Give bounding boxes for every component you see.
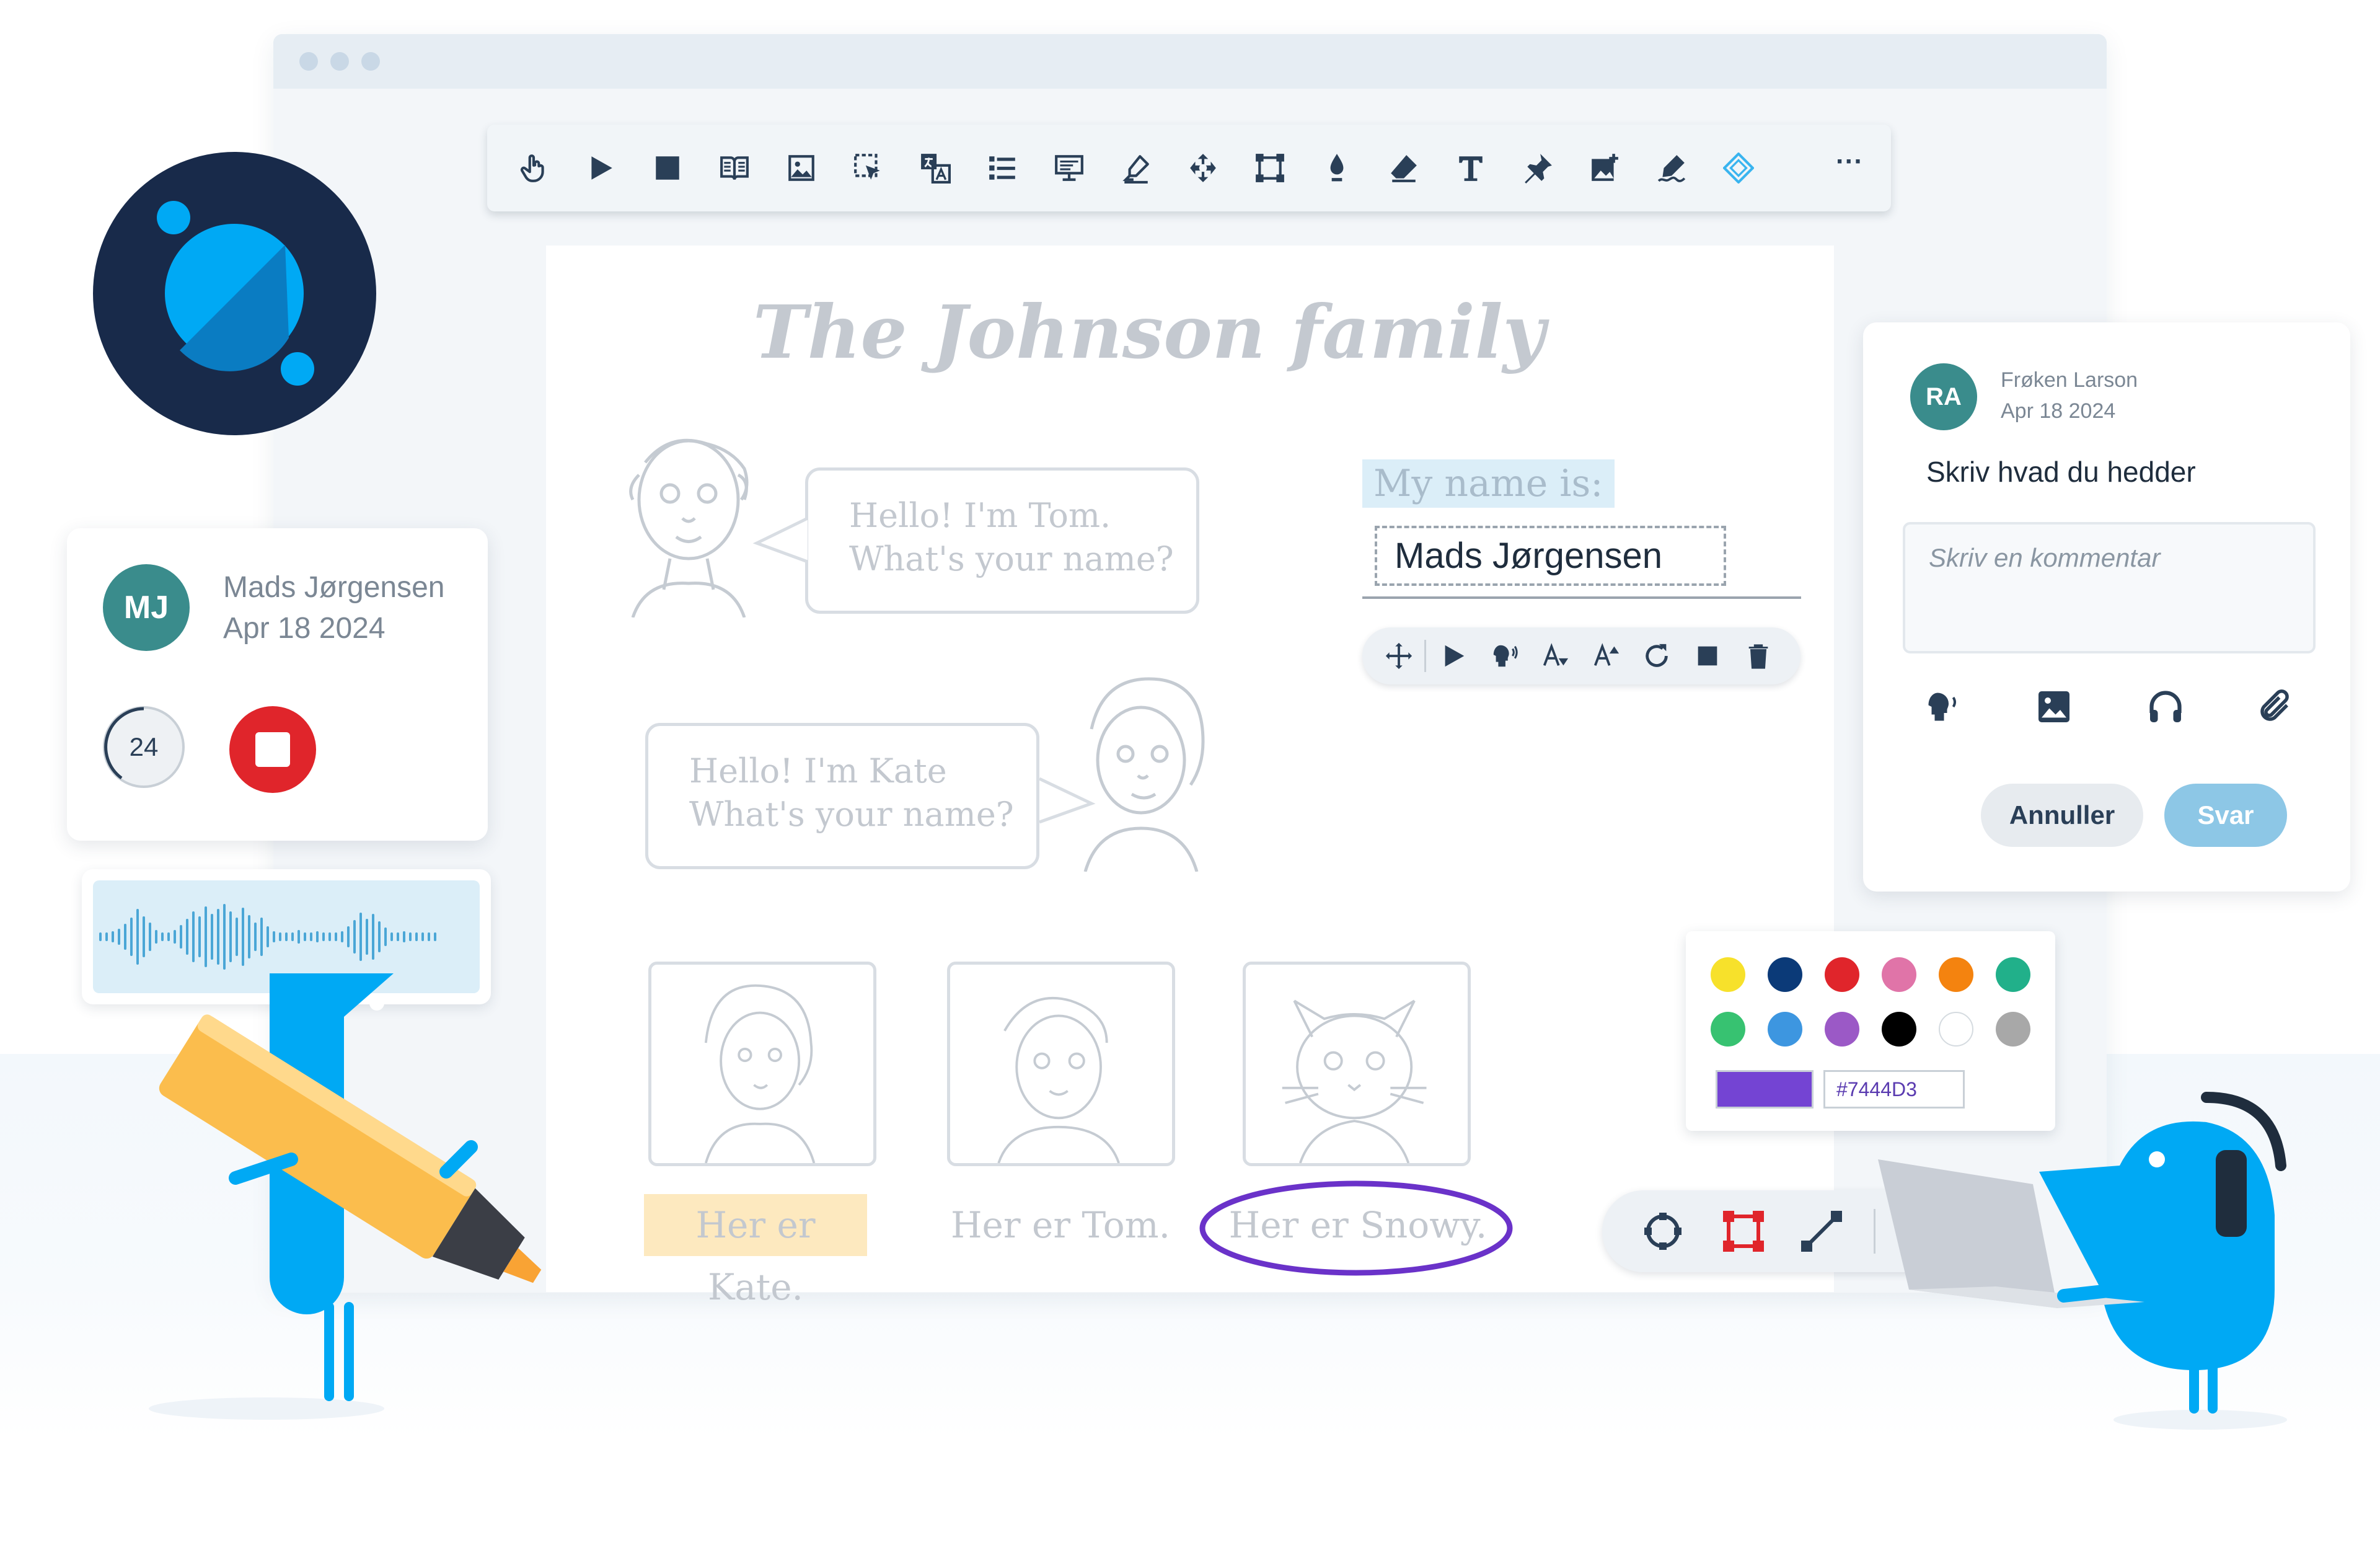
rectangle-tool-icon[interactable] xyxy=(1721,1209,1766,1254)
more-icon[interactable]: ··· xyxy=(1831,143,1868,180)
add-image-icon[interactable] xyxy=(1589,153,1620,184)
reset-icon[interactable] xyxy=(1642,642,1671,670)
hand-pointer-icon[interactable] xyxy=(518,153,549,184)
book-icon[interactable] xyxy=(719,153,750,184)
field-toolbar xyxy=(1362,627,1800,684)
move-icon[interactable] xyxy=(1188,153,1219,184)
recorder-user: Mads Jørgensen xyxy=(223,571,445,604)
stop-icon xyxy=(255,732,290,767)
name-input[interactable]: Mads Jørgensen xyxy=(1375,526,1726,586)
text-icon[interactable] xyxy=(1455,153,1486,184)
avatar: RA xyxy=(1910,363,1977,430)
color-swatch-white[interactable] xyxy=(1939,1012,1973,1047)
cancel-button[interactable]: Annuller xyxy=(1981,784,2143,847)
selected-color-preview[interactable] xyxy=(1716,1070,1814,1109)
comment-author: Frøken Larson xyxy=(2001,368,2138,392)
color-swatch-teal[interactable] xyxy=(1996,957,2030,992)
font-smaller-icon[interactable] xyxy=(1541,642,1569,670)
move-icon[interactable] xyxy=(1385,642,1413,670)
name-label: My name is: xyxy=(1362,459,1615,508)
translate-icon[interactable] xyxy=(920,153,951,184)
document-title: The Johnson family xyxy=(752,289,1546,375)
kate-bubble-line: Hello! I'm Kate xyxy=(689,751,947,790)
kate-speech-bubble: Hello! I'm Kate What's your name? xyxy=(645,723,1039,869)
bird-mascot-right xyxy=(1878,1092,2287,1430)
recorder-date: Apr 18 2024 xyxy=(223,612,386,645)
select-icon[interactable] xyxy=(853,153,884,184)
name-underline xyxy=(1362,596,1801,599)
color-swatch-blue[interactable] xyxy=(1768,1012,1802,1047)
snowy-portrait xyxy=(1243,962,1471,1166)
caption-kate: Her er Kate. xyxy=(644,1194,867,1308)
stop-icon[interactable] xyxy=(652,153,683,184)
image-icon[interactable] xyxy=(2035,688,2073,725)
headphones-icon[interactable] xyxy=(2147,688,2184,725)
kate-portrait xyxy=(648,962,876,1166)
document-page: The Johnson family Hello! I'm Tom. What'… xyxy=(546,246,1834,1308)
color-swatch-orange[interactable] xyxy=(1939,957,1973,992)
font-larger-icon[interactable] xyxy=(1592,642,1620,670)
avatar: MJ xyxy=(103,564,190,651)
color-swatch-gray[interactable] xyxy=(1996,1012,2030,1047)
comment-card: RA Frøken Larson Apr 18 2024 Skriv hvad … xyxy=(1863,322,2350,892)
window-dot[interactable] xyxy=(299,52,318,71)
title-bar xyxy=(273,34,2107,89)
comment-date: Apr 18 2024 xyxy=(2001,399,2116,423)
separator xyxy=(1424,640,1426,672)
main-toolbar: ··· xyxy=(487,125,1891,211)
pin-icon[interactable] xyxy=(1522,153,1553,184)
caption-tom: Her er Tom. xyxy=(950,1204,1171,1246)
trash-icon[interactable] xyxy=(1744,642,1773,670)
app-logo xyxy=(93,152,376,435)
reply-button[interactable]: Svar xyxy=(2164,784,2287,847)
comment-input[interactable]: Skriv en kommentar xyxy=(1903,522,2316,653)
speak-icon[interactable] xyxy=(1490,642,1518,670)
tom-bubble-line: Hello! I'm Tom. xyxy=(849,496,1111,535)
color-swatch-green[interactable] xyxy=(1711,1012,1745,1047)
speak-icon[interactable] xyxy=(1924,688,1961,725)
bird-mascot-left xyxy=(149,973,542,1420)
eraser-icon[interactable] xyxy=(1388,153,1419,184)
color-swatch-navy[interactable] xyxy=(1768,957,1802,992)
tom-portrait xyxy=(947,962,1175,1166)
tom-sketch xyxy=(608,419,769,618)
kate-bubble-line: What's your name? xyxy=(689,795,1014,834)
attachment-icon[interactable] xyxy=(2256,688,2293,725)
ink-icon[interactable] xyxy=(1321,153,1352,184)
comment-text: Skriv hvad du hedder xyxy=(1926,456,2196,488)
kate-sketch xyxy=(1067,667,1215,872)
window-dot[interactable] xyxy=(361,52,380,71)
stop-record-button[interactable] xyxy=(229,706,316,793)
stop-icon[interactable] xyxy=(1693,642,1722,670)
shape-icon[interactable] xyxy=(1722,152,1755,184)
image-icon[interactable] xyxy=(786,153,817,184)
highlighter-icon[interactable] xyxy=(1121,153,1152,184)
play-icon[interactable] xyxy=(585,153,616,184)
line-tool-icon[interactable] xyxy=(1799,1209,1844,1254)
tom-speech-bubble: Hello! I'm Tom. What's your name? xyxy=(805,467,1199,614)
recorder-card: MJ Mads Jørgensen Apr 18 2024 24 xyxy=(67,528,488,841)
window-dot[interactable] xyxy=(330,52,349,71)
ellipse-tool-icon[interactable] xyxy=(1641,1209,1685,1254)
color-swatch-yellow[interactable] xyxy=(1711,957,1745,992)
frame-icon[interactable] xyxy=(1254,153,1285,184)
countdown-progress xyxy=(104,707,144,780)
signature-icon[interactable] xyxy=(1656,153,1687,184)
color-swatch-red[interactable] xyxy=(1825,957,1859,992)
purple-circle-annotation xyxy=(1199,1180,1513,1276)
tom-bubble-line: What's your name? xyxy=(849,539,1174,578)
color-swatch-purple[interactable] xyxy=(1825,1012,1859,1047)
play-icon[interactable] xyxy=(1439,642,1468,670)
color-swatch-black[interactable] xyxy=(1882,1012,1916,1047)
presentation-icon[interactable] xyxy=(1054,153,1085,184)
list-icon[interactable] xyxy=(987,153,1018,184)
tom-bubble-tail xyxy=(752,516,809,564)
color-swatch-pink[interactable] xyxy=(1882,957,1916,992)
